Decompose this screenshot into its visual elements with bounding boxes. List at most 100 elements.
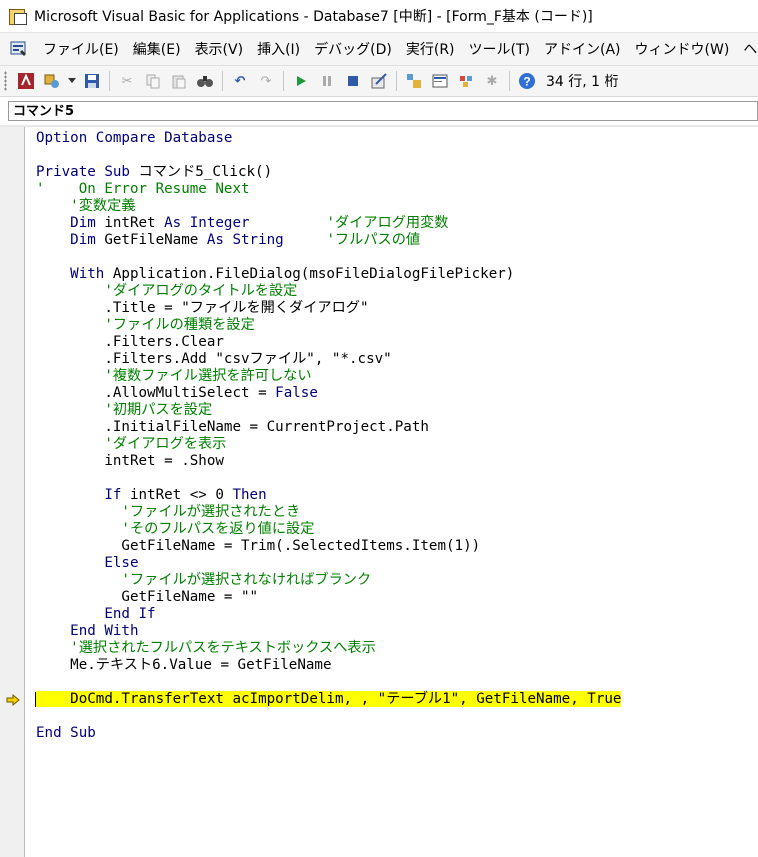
- code-line[interactable]: .AllowMultiSelect = False: [36, 385, 756, 402]
- menu-insert[interactable]: 挿入(I): [250, 39, 307, 59]
- menu-debug[interactable]: デバッグ(D): [307, 39, 399, 59]
- menu-help[interactable]: ヘル: [736, 39, 758, 59]
- code-line[interactable]: '選択されたフルパスをテキストボックスへ表示: [36, 640, 756, 657]
- code-token: Then: [232, 487, 267, 503]
- code-line[interactable]: Dim GetFileName As String 'フルパスの値: [36, 232, 756, 249]
- code-line[interactable]: [36, 249, 756, 266]
- code-token: intRet: [104, 215, 165, 231]
- code-line[interactable]: [36, 147, 756, 164]
- code-token: 'ダイアログ用変数: [326, 215, 449, 231]
- highlighted-statement: DoCmd.TransferText acImportDelim, , "テーブ…: [36, 691, 622, 707]
- code-editor[interactable]: Option Compare Database Private Sub コマンド5…: [0, 127, 758, 857]
- code-text[interactable]: Option Compare Database Private Sub コマンド5…: [36, 130, 756, 742]
- title-bar: Microsoft Visual Basic for Applications …: [0, 0, 758, 33]
- reset-icon[interactable]: [342, 70, 364, 92]
- code-token: Dim: [36, 215, 105, 231]
- save-icon[interactable]: [81, 70, 103, 92]
- code-line[interactable]: '初期パスを設定: [36, 402, 756, 419]
- help-icon[interactable]: ?: [516, 70, 538, 92]
- menu-file[interactable]: ファイル(E): [36, 39, 126, 59]
- code-line[interactable]: DoCmd.TransferText acImportDelim, , "テーブ…: [36, 691, 756, 708]
- code-token: 'ファイルの種類を設定: [36, 317, 255, 333]
- code-line[interactable]: .InitialFileName = CurrentProject.Path: [36, 419, 756, 436]
- menu-run[interactable]: 実行(R): [399, 39, 462, 59]
- code-line[interactable]: 'そのフルパスを返り値に設定: [36, 521, 756, 538]
- paste-icon[interactable]: [168, 70, 190, 92]
- code-line[interactable]: .Title = "ファイルを開くダイアログ": [36, 300, 756, 317]
- access-icon[interactable]: [15, 70, 37, 92]
- code-line[interactable]: Me.テキスト6.Value = GetFileName: [36, 657, 756, 674]
- copy-icon[interactable]: [142, 70, 164, 92]
- code-line[interactable]: End If: [36, 606, 756, 623]
- code-line[interactable]: ' On Error Resume Next: [36, 181, 756, 198]
- design-mode-icon[interactable]: [368, 70, 390, 92]
- code-token: Me.テキスト6.Value = GetFileName: [36, 657, 332, 673]
- code-line[interactable]: 'ファイルの種類を設定: [36, 317, 756, 334]
- toolbar-separator: [509, 71, 510, 91]
- menu-tools[interactable]: ツール(T): [462, 39, 537, 59]
- execution-point-arrow-icon[interactable]: [6, 694, 20, 706]
- code-line[interactable]: .Filters.Clear: [36, 334, 756, 351]
- code-line[interactable]: GetFileName = Trim(.SelectedItems.Item(1…: [36, 538, 756, 555]
- menu-window[interactable]: ウィンドウ(W): [628, 39, 737, 59]
- redo-icon[interactable]: ↷: [255, 70, 277, 92]
- code-line[interactable]: [36, 708, 756, 725]
- object-browser-icon[interactable]: [455, 70, 477, 92]
- object-dropdown[interactable]: コマンド5: [8, 101, 758, 121]
- code-line[interactable]: '変数定義: [36, 198, 756, 215]
- code-line[interactable]: '複数ファイル選択を許可しない: [36, 368, 756, 385]
- menu-addins[interactable]: アドイン(A): [537, 39, 628, 59]
- code-line[interactable]: If intRet <> 0 Then: [36, 487, 756, 504]
- code-token: '複数ファイル選択を許可しない: [36, 368, 312, 384]
- menu-edit[interactable]: 編集(E): [126, 39, 188, 59]
- menu-bar: ファイル(E) 編集(E) 表示(V) 挿入(I) デバッグ(D) 実行(R) …: [0, 33, 758, 66]
- window-title: Microsoft Visual Basic for Applications …: [34, 9, 593, 25]
- dropdown-arrow-icon[interactable]: [67, 70, 77, 92]
- break-icon[interactable]: [316, 70, 338, 92]
- access-view-icon[interactable]: [10, 39, 28, 59]
- cursor-position: 34 行, 1 桁: [546, 74, 619, 90]
- code-line[interactable]: Else: [36, 555, 756, 572]
- standard-toolbar: ✂ ↶ ↷ ✱ ? 34 行, 1 桁: [0, 66, 758, 97]
- code-line[interactable]: Private Sub コマンド5_Click(): [36, 164, 756, 181]
- code-line[interactable]: 'ダイアログのタイトルを設定: [36, 283, 756, 300]
- toolbar-separator: [222, 71, 223, 91]
- code-line[interactable]: End Sub: [36, 725, 756, 742]
- code-line[interactable]: GetFileName = "": [36, 589, 756, 606]
- code-token: GetFileName = "": [36, 589, 259, 605]
- code-token: .Filters.Clear: [36, 334, 224, 350]
- code-line[interactable]: Option Compare Database: [36, 130, 756, 147]
- cut-icon[interactable]: ✂: [116, 70, 138, 92]
- code-token: intRet <> 0: [129, 487, 233, 503]
- code-token: End If: [36, 606, 156, 622]
- code-token: GetFileName: [104, 232, 207, 248]
- run-icon[interactable]: [290, 70, 312, 92]
- toolbar-separator: [283, 71, 284, 91]
- code-line[interactable]: 'ファイルが選択されなければブランク: [36, 572, 756, 589]
- code-line[interactable]: 'ファイルが選択されたとき: [36, 504, 756, 521]
- code-token: ' On Error Resume Next: [36, 181, 250, 197]
- menu-view[interactable]: 表示(V): [188, 39, 251, 59]
- toolbar-grip[interactable]: [4, 71, 7, 91]
- code-token: .Title = "ファイルを開くダイアログ": [36, 300, 369, 316]
- undo-icon[interactable]: ↶: [229, 70, 251, 92]
- code-line[interactable]: Dim intRet As Integer 'ダイアログ用変数: [36, 215, 756, 232]
- insert-userform-icon[interactable]: [41, 70, 63, 92]
- code-token: '初期パスを設定: [36, 402, 213, 418]
- code-token: '変数定義: [36, 198, 136, 214]
- code-token: 'ファイルが選択されなければブランク: [36, 572, 372, 588]
- properties-window-icon[interactable]: [429, 70, 451, 92]
- code-line[interactable]: .Filters.Add "csvファイル", "*.csv": [36, 351, 756, 368]
- toolbox-icon[interactable]: ✱: [481, 70, 503, 92]
- code-line[interactable]: End With: [36, 623, 756, 640]
- code-line[interactable]: With Application.FileDialog(msoFileDialo…: [36, 266, 756, 283]
- code-line[interactable]: [36, 674, 756, 691]
- code-line[interactable]: [36, 470, 756, 487]
- project-explorer-icon[interactable]: [403, 70, 425, 92]
- find-icon[interactable]: [194, 70, 216, 92]
- code-line[interactable]: intRet = .Show: [36, 453, 756, 470]
- code-line[interactable]: 'ダイアログを表示: [36, 436, 756, 453]
- margin-indicator-bar[interactable]: [0, 127, 25, 857]
